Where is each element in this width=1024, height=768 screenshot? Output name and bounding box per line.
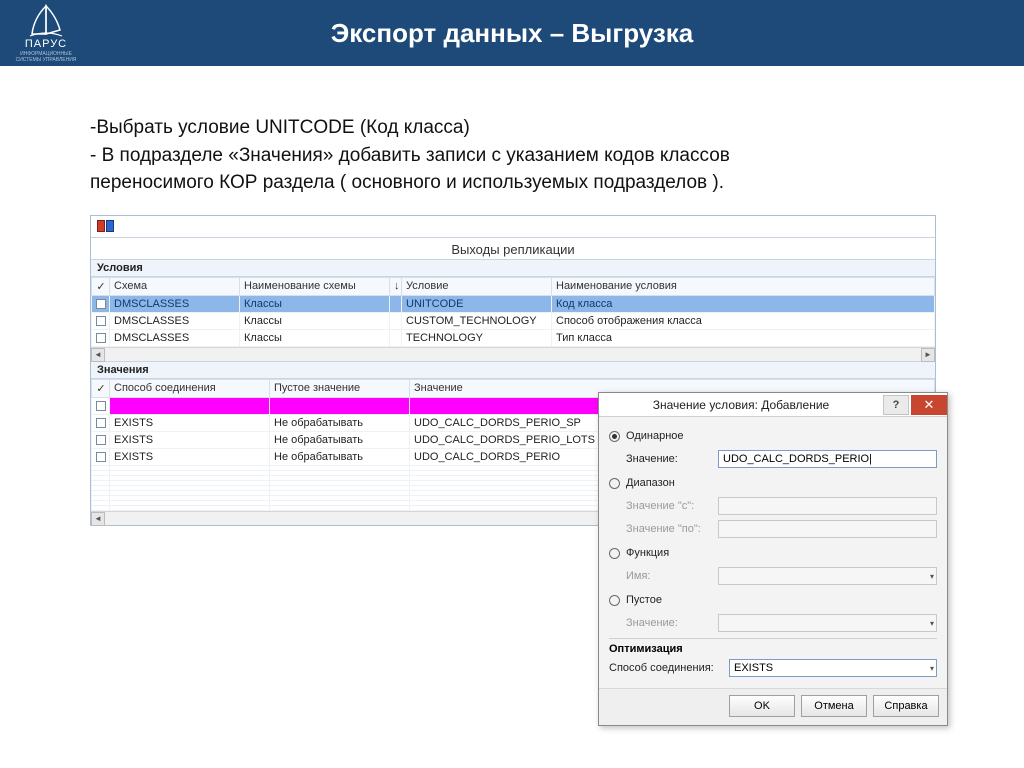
- value-input[interactable]: [718, 450, 937, 468]
- to-input: [718, 520, 937, 538]
- toolbar-icon-red[interactable]: [97, 220, 105, 232]
- app-toolbar: [91, 216, 935, 238]
- to-label: Значение "по":: [626, 523, 718, 535]
- brand-text: ПАРУС: [8, 38, 84, 50]
- row-checkbox[interactable]: [96, 418, 106, 428]
- dialog-title: Значение условия: Добавление: [599, 398, 883, 412]
- col-schema[interactable]: Схема: [110, 277, 240, 295]
- instruction-text: -Выбрать условие UNITCODE (Код класса) -…: [90, 114, 934, 197]
- row-checkbox[interactable]: [96, 435, 106, 445]
- app-title: Выходы репликации: [91, 238, 935, 259]
- join-label: Способ соединения:: [609, 662, 729, 674]
- from-input: [718, 497, 937, 515]
- radio-empty-row[interactable]: Пустое: [609, 589, 937, 611]
- radio-function-row[interactable]: Функция: [609, 542, 937, 564]
- brand-logo: ПАРУС ИНФОРМАЦИОННЫЕ СИСТЕМЫ УПРАВЛЕНИЯ: [8, 4, 84, 63]
- dialog-separator: [609, 638, 937, 639]
- bullet-2: - В подразделе «Значения» добавить запис…: [90, 142, 934, 170]
- optimization-title: Оптимизация: [609, 643, 937, 655]
- sail-icon: [26, 4, 66, 40]
- hscroll-conditions[interactable]: ◄ ►: [91, 347, 935, 361]
- dialog-button-row: OK Отмена Справка: [599, 688, 947, 725]
- section-values: Значения: [91, 361, 935, 379]
- chevron-down-icon[interactable]: ▾: [930, 664, 934, 673]
- add-value-dialog: Значение условия: Добавление ? ✕ Одинарн…: [598, 392, 948, 726]
- col-empty[interactable]: Пустое значение: [270, 379, 410, 397]
- cancel-button[interactable]: Отмена: [801, 695, 867, 717]
- col-check[interactable]: ✓: [92, 379, 110, 397]
- radio-range-row[interactable]: Диапазон: [609, 472, 937, 494]
- scroll-right-icon[interactable]: ►: [921, 348, 935, 362]
- row-checkbox[interactable]: [96, 333, 106, 343]
- dialog-help-button[interactable]: ?: [883, 395, 909, 415]
- slide-header: ПАРУС ИНФОРМАЦИОННЫЕ СИСТЕМЫ УПРАВЛЕНИЯ …: [0, 0, 1024, 66]
- table-row[interactable]: DMSCLASSES Классы UNITCODE Код класса: [92, 295, 935, 312]
- radio-range[interactable]: [609, 478, 620, 489]
- col-schema-name[interactable]: Наименование схемы: [240, 277, 390, 295]
- scroll-left-icon[interactable]: ◄: [91, 348, 105, 362]
- col-join[interactable]: Способ соединения: [110, 379, 270, 397]
- row-checkbox[interactable]: [96, 452, 106, 462]
- section-conditions: Условия: [91, 259, 935, 277]
- value-label: Значение:: [626, 453, 718, 465]
- row-checkbox[interactable]: [96, 316, 106, 326]
- radio-empty-label: Пустое: [626, 594, 662, 606]
- scroll-left-icon[interactable]: ◄: [91, 512, 105, 526]
- from-label: Значение "с":: [626, 500, 718, 512]
- slide-title: Экспорт данных – Выгрузка: [0, 18, 1024, 49]
- join-value: EXISTS: [734, 662, 773, 674]
- name-label: Имя:: [626, 570, 718, 582]
- radio-single-row[interactable]: Одинарное: [609, 425, 937, 447]
- radio-empty[interactable]: [609, 595, 620, 606]
- bullet-3: переносимого КОР раздела ( основного и и…: [90, 169, 934, 197]
- row-checkbox[interactable]: [96, 401, 106, 411]
- table-row[interactable]: DMSCLASSES Классы TECHNOLOGY Тип класса: [92, 329, 935, 346]
- toolbar-icon-blue[interactable]: [106, 220, 114, 232]
- dialog-titlebar[interactable]: Значение условия: Добавление ? ✕: [599, 393, 947, 417]
- chevron-down-icon: ▾: [930, 572, 934, 581]
- name-select: ▾: [718, 567, 937, 585]
- bullet-1: -Выбрать условие UNITCODE (Код класса): [90, 114, 934, 142]
- close-icon[interactable]: ✕: [911, 395, 947, 415]
- empty-value-select: ▾: [718, 614, 937, 632]
- radio-function[interactable]: [609, 548, 620, 559]
- radio-function-label: Функция: [626, 547, 669, 559]
- radio-range-label: Диапазон: [626, 477, 675, 489]
- empty-value-label: Значение:: [626, 617, 718, 629]
- col-condition[interactable]: Условие: [402, 277, 552, 295]
- col-condition-name[interactable]: Наименование условия: [552, 277, 935, 295]
- chevron-down-icon: ▾: [930, 619, 934, 628]
- radio-single[interactable]: [609, 431, 620, 442]
- ok-button[interactable]: OK: [729, 695, 795, 717]
- row-checkbox[interactable]: [96, 299, 106, 309]
- col-sort-icon[interactable]: ↓: [390, 277, 402, 295]
- table-row[interactable]: DMSCLASSES Классы CUSTOM_TECHNOLOGY Спос…: [92, 312, 935, 329]
- join-select[interactable]: EXISTS ▾: [729, 659, 937, 677]
- brand-subtitle: ИНФОРМАЦИОННЫЕ СИСТЕМЫ УПРАВЛЕНИЯ: [8, 51, 84, 63]
- radio-single-label: Одинарное: [626, 430, 684, 442]
- conditions-grid[interactable]: ✓ Схема Наименование схемы ↓ Условие Наи…: [91, 277, 935, 347]
- help-button[interactable]: Справка: [873, 695, 939, 717]
- col-check[interactable]: ✓: [92, 277, 110, 295]
